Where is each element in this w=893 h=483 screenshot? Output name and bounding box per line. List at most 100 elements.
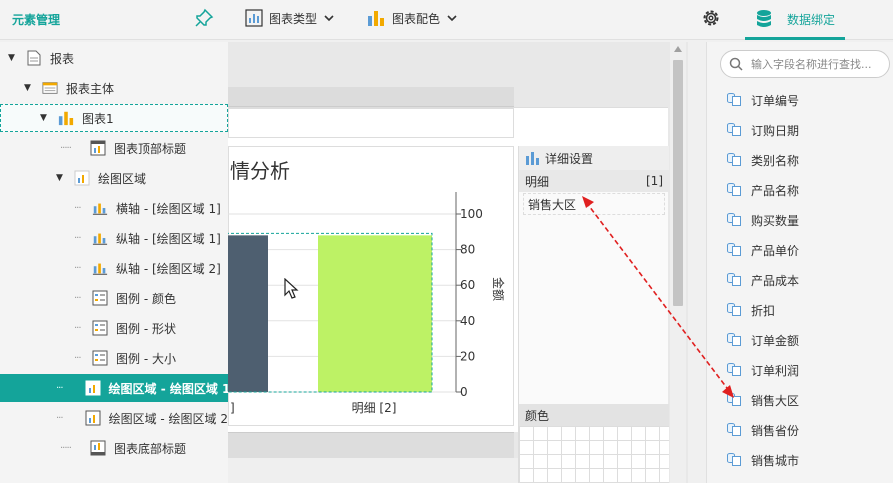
field-item-label: 折扣 (751, 303, 776, 318)
field-icon (727, 423, 743, 437)
field-item[interactable]: 订单编号 (727, 90, 799, 110)
caret-down-icon[interactable]: ▼ (24, 83, 34, 93)
field-item-label: 销售省份 (751, 423, 800, 438)
chart-color-icon (368, 11, 384, 26)
panel-title-element-manager: 元素管理 (12, 13, 61, 27)
bar-chart-icon (526, 152, 539, 165)
field-item[interactable]: 销售省份 (727, 420, 799, 440)
field-icon (727, 153, 743, 167)
caret-down-icon[interactable]: ▼ (56, 173, 66, 183)
color-section-header[interactable]: 颜色 (519, 404, 669, 426)
mouse-cursor-icon (284, 278, 299, 299)
legend-icon (92, 320, 108, 336)
tree-node-legend-size[interactable]: ··· 图例 - 大小 (0, 344, 228, 372)
tree-node-y-axis-2[interactable]: ··· 纵轴 - [绘图区域 2] (0, 254, 228, 282)
database-icon (757, 10, 771, 27)
tree-node-label: 图例 - 大小 (116, 351, 176, 366)
y-axis-label: 金额 (491, 277, 506, 301)
element-tree: ▼ 报表 ▼ 报表主体 ▼ 图表1 ····· 图表顶部标题 ▼ 绘图区域 ·· (0, 42, 231, 483)
bar-chart-icon (58, 110, 74, 126)
field-icon (727, 93, 743, 107)
field-icon (727, 123, 743, 137)
field-item[interactable]: 销售城市 (727, 450, 799, 470)
tree-node-label: 报表主体 (66, 81, 115, 96)
chart-color-dropdown[interactable]: 图表配色 (366, 6, 458, 30)
bar[interactable] (228, 235, 268, 392)
y-tick-label: 60 (460, 278, 475, 292)
settings-button[interactable] (700, 6, 722, 30)
field-item-label: 销售城市 (751, 453, 800, 468)
tree-node-label: 纵轴 - [绘图区域 2] (116, 261, 221, 276)
tree-node-label: 图例 - 形状 (116, 321, 176, 336)
tree-node-label: 图例 - 颜色 (116, 291, 176, 306)
field-item-label: 产品成本 (751, 273, 800, 288)
axis-icon (92, 230, 108, 246)
field-item-label: 产品名称 (751, 183, 800, 198)
tree-node-report[interactable]: ▼ 报表 (0, 44, 228, 72)
detail-section-header: 明细 [1] (519, 170, 669, 192)
bar[interactable] (318, 235, 432, 392)
document-icon (26, 50, 42, 66)
pin-icon (195, 8, 214, 27)
legend-icon (92, 350, 108, 366)
field-item-label: 购买数量 (751, 213, 800, 228)
tree-node-label: 图表1 (82, 111, 114, 126)
color-section-label: 颜色 (525, 408, 550, 423)
y-tick-label: 40 (460, 314, 475, 328)
x-axis-labels: ] 明细 [2] (230, 401, 396, 415)
caret-down-icon[interactable]: ▼ (40, 113, 50, 123)
tree-node-x-axis[interactable]: ··· 横轴 - [绘图区域 1] (0, 194, 228, 222)
tree-node-label: 绘图区域 (98, 171, 147, 186)
tree-node-label: 报表 (50, 51, 75, 66)
plot-area-icon (85, 380, 101, 396)
tree-node-chart1[interactable]: ▼ 图表1 (0, 104, 228, 132)
caret-down-icon[interactable]: ▼ (8, 53, 18, 63)
field-item-label: 订单利润 (751, 363, 800, 378)
x-axis-label: 明细 [2] (352, 401, 397, 415)
field-icon (727, 453, 743, 467)
title-icon (90, 140, 106, 156)
y-tick-label: 100 (460, 207, 483, 221)
tree-node-label: 图表顶部标题 (114, 141, 187, 156)
scroll-up-icon[interactable] (674, 46, 682, 52)
tree-node-plot-area-2[interactable]: ··· 绘图区域 - 绘图区域 2 (0, 404, 228, 432)
tree-node-label: 绘图区域 - 绘图区域 1 (108, 381, 231, 396)
field-item-label: 产品单价 (751, 243, 800, 258)
chart-type-label: 图表类型 (269, 11, 318, 26)
tree-node-label: 绘图区域 - 绘图区域 2 (108, 411, 228, 426)
report-header-strip (228, 87, 514, 107)
field-search-input[interactable] (751, 57, 881, 71)
chart-type-dropdown[interactable]: 图表类型 (245, 6, 335, 30)
data-binding-label: 数据绑定 (787, 13, 836, 27)
tree-node-y-axis-1[interactable]: ··· 纵轴 - [绘图区域 1] (0, 224, 228, 252)
tree-node-chart-bottom-title[interactable]: ····· 图表底部标题 (0, 434, 228, 462)
report-body-region[interactable] (228, 108, 514, 138)
detail-settings-header[interactable]: 详细设置 (519, 146, 669, 170)
y-axis-ticks: 100 80 60 40 20 0 (456, 207, 483, 399)
field-search-box[interactable] (720, 50, 890, 78)
axis-icon (92, 200, 108, 216)
tree-node-legend-color[interactable]: ··· 图例 - 颜色 (0, 284, 228, 312)
plot-area-icon (85, 410, 101, 426)
drag-arrow (582, 196, 734, 398)
color-drop-zone[interactable] (519, 426, 669, 483)
field-item[interactable]: 订购日期 (727, 120, 799, 140)
chart-color-label: 图表配色 (392, 11, 441, 26)
detail-section-label: 明细 (525, 174, 550, 189)
tree-node-legend-shape[interactable]: ··· 图例 - 形状 (0, 314, 228, 342)
pin-button[interactable] (194, 6, 214, 30)
detail-section-count: [1] (646, 174, 663, 188)
tree-node-chart-top-title[interactable]: ····· 图表顶部标题 (0, 134, 228, 162)
bar-chart[interactable]: 100 80 60 40 20 0 金额 ] 明细 [2] (228, 146, 514, 426)
axis-icon (92, 260, 108, 276)
tree-node-plot-area-1[interactable]: ··· 绘图区域 - 绘图区域 1 (0, 374, 231, 402)
x-axis-label: ] (230, 401, 235, 415)
tree-node-plot-area[interactable]: ▼ 绘图区域 (0, 164, 228, 192)
tab-data-binding[interactable]: 数据绑定 (745, 0, 845, 40)
tree-node-report-body[interactable]: ▼ 报表主体 (0, 74, 228, 102)
field-item-label: 订购日期 (751, 123, 800, 138)
gear-icon (703, 10, 719, 26)
report-body-icon (42, 80, 58, 96)
field-item[interactable]: 类别名称 (727, 150, 799, 170)
field-item-label: 订单金额 (751, 333, 800, 348)
